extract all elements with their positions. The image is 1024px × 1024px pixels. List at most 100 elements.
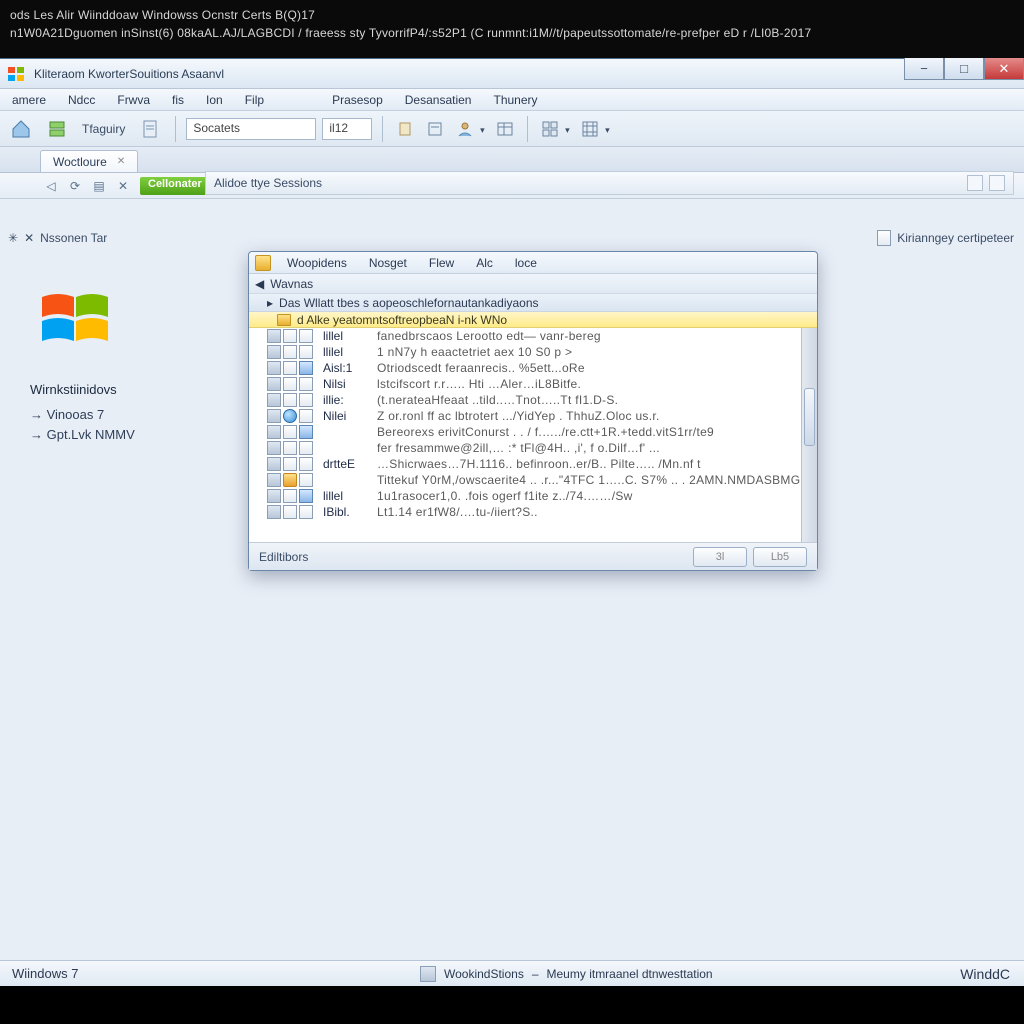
maximize-button[interactable]: □	[944, 58, 984, 80]
form-icon[interactable]	[423, 117, 447, 141]
close-button[interactable]: ✕	[984, 58, 1024, 80]
page-icon	[283, 457, 297, 471]
file-detail: 1 nN7y h eaactetriet aex 10 S0 p >	[377, 345, 572, 359]
page-icon	[283, 329, 297, 343]
page-icon	[299, 329, 313, 343]
scrollbar[interactable]	[801, 328, 817, 542]
dialog-button-cancel[interactable]: Lb5	[753, 547, 807, 567]
header-tool-icon[interactable]	[967, 175, 983, 191]
list-item[interactable]: lillel1u1rasocer1,0. .fois ogerf f1ite z…	[249, 488, 817, 504]
footer-label: Ediltibors	[259, 550, 308, 564]
list-item[interactable]: NileiZ or.ronl ff ac lbtrotert .../YidYe…	[249, 408, 817, 424]
list-item[interactable]: IBibl.Lt1.14 er1fW8/.…tu-/iiert?S..	[249, 504, 817, 520]
list-item[interactable]: Tittekuf Y0rM,/owscaerite4 .. .r..."4TFC…	[249, 472, 817, 488]
menu-item[interactable]: fis	[164, 91, 192, 109]
home-icon[interactable]	[6, 114, 36, 144]
file-detail: Bereorexs erivitConurst . . / f.…../re.c…	[377, 425, 714, 439]
menu-item[interactable]: Ndcc	[60, 91, 103, 109]
dialog-selected-row[interactable]: d Alke yeatomntsoftreopbeaN i-nk WNo	[249, 312, 817, 328]
close-icon[interactable]: ✕	[117, 156, 125, 167]
dialog-footer: Ediltibors 3l Lb5	[249, 542, 817, 570]
star-icon[interactable]: ✳	[8, 231, 18, 245]
grid-icon	[267, 473, 281, 487]
window-titlebar[interactable]: Kliteraom KworterSouitions Asaanvl	[0, 59, 1024, 89]
list-item[interactable]: drtteE…Shicrwaes…7H.1116.. befinroon..er…	[249, 456, 817, 472]
grid-icon	[267, 329, 281, 343]
sidebar: Wirnkstiinidovs → Vinooas 7 → Gpt.Lvk NM…	[30, 279, 220, 445]
clipboard-icon[interactable]	[393, 117, 417, 141]
dialog-menu-item[interactable]: Nosget	[359, 254, 417, 272]
socket-field[interactable]: Socatets	[186, 118, 316, 140]
menu-item[interactable]: Thunery	[485, 91, 545, 109]
server-icon[interactable]	[42, 114, 72, 144]
menu-item[interactable]: Prasesop	[324, 91, 391, 109]
terminal-header: ods Les Alir Wiinddoaw Windowss Ocnstr C…	[0, 0, 1024, 58]
status-chip[interactable]: Cellonater	[140, 177, 210, 195]
list-item[interactable]: Bereorexs erivitConurst . . / f.…../re.c…	[249, 424, 817, 440]
close-icon[interactable]: ✕	[24, 231, 34, 245]
close-icon[interactable]: ✕	[112, 175, 134, 197]
page-icon	[299, 345, 313, 359]
separator	[527, 116, 528, 142]
file-name: lillel	[323, 329, 371, 343]
port-field[interactable]: il12	[322, 118, 372, 140]
doc-icon[interactable]: ▤	[88, 175, 110, 197]
tab-label: Woctloure	[53, 155, 107, 169]
main-toolbar: Tfaguiry Socatets il12 ▾ ▾ ▾	[0, 111, 1024, 147]
chevron-down-icon: ▾	[477, 117, 487, 141]
header-tool-icon[interactable]	[989, 175, 1005, 191]
sidebar-item[interactable]: → Vinooas 7	[30, 405, 220, 425]
minimize-button[interactable]: −	[904, 58, 944, 80]
grid-dropdown[interactable]: ▾	[538, 117, 572, 141]
dialog-file-list[interactable]: lillelfanedbrscaos Lerootto edt— vanr-be…	[249, 328, 817, 542]
page-icon	[299, 393, 313, 407]
file-name: IBibl.	[323, 505, 371, 519]
file-detail: Z or.ronl ff ac lbtrotert .../YidYep . T…	[377, 409, 660, 423]
menu-item[interactable]: Filp	[237, 91, 272, 109]
list-item[interactable]: Aisl:1Otriodscedt feraanrecis.. %5ett...…	[249, 360, 817, 376]
menu-item[interactable]: amere	[4, 91, 54, 109]
table-icon[interactable]	[493, 117, 517, 141]
main-window: Kliteraom KworterSouitions Asaanvl amere…	[0, 58, 1024, 986]
page-icon	[299, 409, 313, 423]
menu-item[interactable]: Frwva	[109, 91, 158, 109]
list-item[interactable]: illie:(t.nerateaHfeaat ..tild..…Tnot…..T…	[249, 392, 817, 408]
list-item[interactable]: lillelfanedbrscaos Lerootto edt— vanr-be…	[249, 328, 817, 344]
back-icon[interactable]: ◀	[255, 277, 264, 291]
grid-icon	[267, 409, 281, 423]
grid-icon	[267, 441, 281, 455]
dialog-menu-item[interactable]: Flew	[419, 254, 464, 272]
menu-item[interactable]: Ion	[198, 91, 231, 109]
user-dropdown[interactable]: ▾	[453, 117, 487, 141]
dialog-menu-item[interactable]: Woopidens	[277, 254, 357, 272]
dialog-menu-item[interactable]: Alc	[466, 254, 503, 272]
file-name: drtteE	[323, 457, 371, 471]
list-item[interactable]: llilel1 nN7y h eaactetriet aex 10 S0 p >	[249, 344, 817, 360]
tab[interactable]: Woctloure ✕	[40, 150, 138, 172]
document-icon[interactable]	[135, 114, 165, 144]
page-icon	[283, 345, 297, 359]
refresh-icon[interactable]: ⟳	[64, 175, 86, 197]
sidebar-item[interactable]: → Gpt.Lvk NMMV	[30, 425, 220, 445]
page-icon	[283, 393, 297, 407]
dialog-menu-item[interactable]: loce	[505, 254, 547, 272]
cube-icon	[299, 361, 313, 375]
page-icon	[299, 457, 313, 471]
dialog-breadcrumb[interactable]: ◀ Wavnas	[249, 274, 817, 294]
grid-icon	[267, 345, 281, 359]
bottom-border	[0, 1012, 1024, 1024]
list-item[interactable]: Nilsilstcifscort r.r….. Hti …Aler…iL8Bit…	[249, 376, 817, 392]
back-icon[interactable]: ◁	[40, 175, 62, 197]
user-icon	[453, 117, 477, 141]
menu-item[interactable]: Desansatien	[397, 91, 480, 109]
dialog-button-ok[interactable]: 3l	[693, 547, 747, 567]
nav-header: ✳ ✕ Nssonen Tar	[8, 227, 248, 249]
file-detail: (t.nerateaHfeaat ..tild..…Tnot…..Tt fI1.…	[377, 393, 618, 407]
expand-icon[interactable]: ▸	[267, 296, 273, 310]
file-name: Nilsi	[323, 377, 371, 391]
matrix-dropdown[interactable]: ▾	[578, 117, 612, 141]
list-item[interactable]: fer fresammwe@2ill,… :* tFl@4H.. ,i', f …	[249, 440, 817, 456]
scrollbar-thumb[interactable]	[804, 388, 815, 446]
page-icon	[299, 505, 313, 519]
statusbar: Wiindows 7 WookindStions – Meumy itmraan…	[0, 960, 1024, 986]
